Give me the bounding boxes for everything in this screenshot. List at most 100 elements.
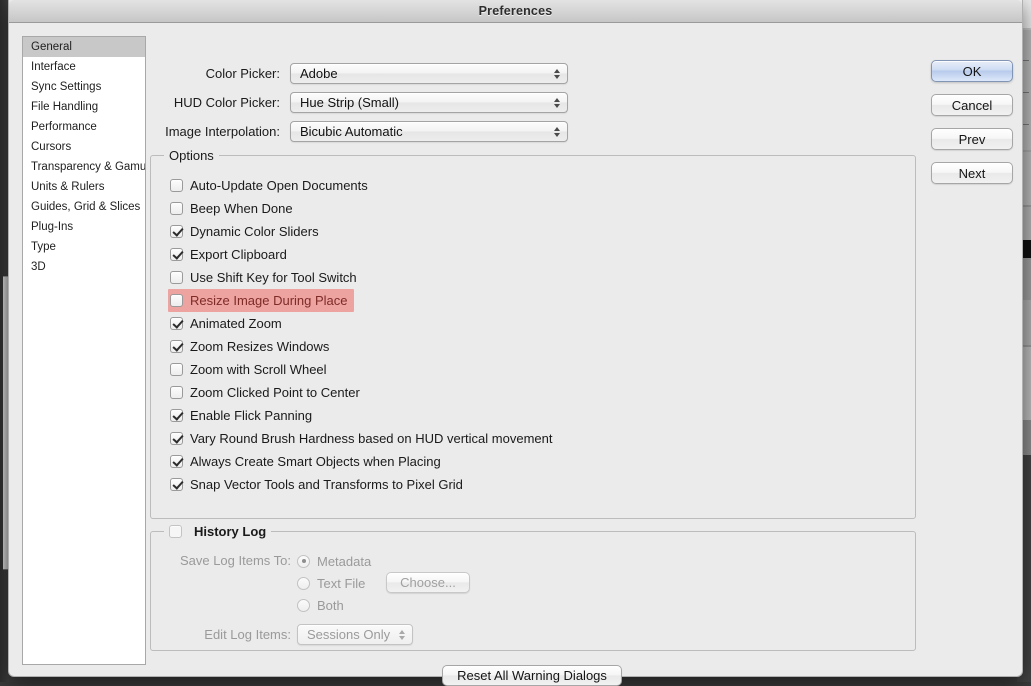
options-group: Options Auto-Update Open DocumentsBeep W…	[150, 155, 916, 519]
option-label: Always Create Smart Objects when Placing	[190, 454, 441, 469]
image-interpolation-label: Image Interpolation:	[150, 124, 290, 139]
history-log-group-title: History Log	[164, 524, 271, 539]
option-label: Resize Image During Place	[190, 293, 348, 308]
radio-metadata-label: Metadata	[317, 554, 371, 569]
sidebar-item-general[interactable]: General	[23, 37, 145, 57]
radio-both-label: Both	[317, 598, 344, 613]
cancel-button[interactable]: Cancel	[931, 94, 1013, 116]
image-interpolation-popup[interactable]: Bicubic Automatic	[290, 121, 568, 142]
sidebar-item-type[interactable]: Type	[23, 237, 145, 257]
reset-all-warning-dialogs-button[interactable]: Reset All Warning Dialogs	[442, 665, 622, 686]
sidebar-item-label: Units & Rulers	[31, 181, 105, 193]
sidebar-item-label: Sync Settings	[31, 81, 101, 93]
options-group-title: Options	[164, 148, 219, 163]
option-label: Export Clipboard	[190, 247, 287, 262]
option-checkbox-row[interactable]: Auto-Update Open Documents	[168, 174, 368, 197]
prev-button[interactable]: Prev	[931, 128, 1013, 150]
sidebar-item-interface[interactable]: Interface	[23, 57, 145, 77]
sidebar-item-label: Interface	[31, 61, 76, 73]
checkbox-indicator	[170, 317, 183, 330]
sidebar-item-units-rulers[interactable]: Units & Rulers	[23, 177, 145, 197]
checkbox-indicator	[170, 225, 183, 238]
option-checkbox-row[interactable]: Zoom with Scroll Wheel	[168, 358, 327, 381]
preferences-category-list[interactable]: General Interface Sync Settings File Handli…	[22, 36, 146, 665]
radio-text-file-indicator	[297, 577, 310, 590]
edit-log-items-value: Sessions Only	[307, 627, 390, 642]
save-log-items-label: Save Log Items To:	[154, 553, 291, 568]
radio-text-file-label: Text File	[317, 576, 365, 591]
radio-text-file[interactable]: Text File	[297, 572, 365, 594]
option-checkbox-row[interactable]: Enable Flick Panning	[168, 404, 312, 427]
checkbox-indicator	[170, 409, 183, 422]
color-picker-value: Adobe	[300, 66, 338, 81]
sidebar-item-plug-ins[interactable]: Plug-Ins	[23, 217, 145, 237]
sidebar-item-label: Transparency & Gamut	[31, 161, 146, 173]
option-label: Vary Round Brush Hardness based on HUD v…	[190, 431, 552, 446]
checkbox-indicator	[170, 363, 183, 376]
checkbox-indicator	[170, 455, 183, 468]
sidebar-item-guides-grid-slices[interactable]: Guides, Grid & Slices	[23, 197, 145, 217]
edit-log-items-popup[interactable]: Sessions Only	[297, 624, 413, 645]
dialog-titlebar[interactable]: Preferences	[9, 0, 1022, 23]
radio-both[interactable]: Both	[297, 594, 344, 616]
sidebar-item-label: Performance	[31, 121, 97, 133]
option-checkbox-row[interactable]: Animated Zoom	[168, 312, 282, 335]
option-checkbox-row[interactable]: Always Create Smart Objects when Placing	[168, 450, 441, 473]
ok-button[interactable]: OK	[931, 60, 1013, 82]
option-checkbox-row[interactable]: Beep When Done	[168, 197, 293, 220]
preferences-dialog: Preferences General Interface Sync Setting…	[8, 0, 1023, 677]
color-picker-popup[interactable]: Adobe	[290, 63, 568, 84]
radio-both-indicator	[297, 599, 310, 612]
option-label: Zoom Clicked Point to Center	[190, 385, 360, 400]
chevron-updown-icon	[554, 69, 560, 79]
option-label: Zoom with Scroll Wheel	[190, 362, 327, 377]
radio-metadata[interactable]: Metadata	[297, 550, 371, 572]
option-label: Beep When Done	[190, 201, 293, 216]
checkbox-indicator	[170, 179, 183, 192]
option-label: Zoom Resizes Windows	[190, 339, 329, 354]
option-checkbox-row[interactable]: Export Clipboard	[168, 243, 287, 266]
sidebar-item-label: Plug-Ins	[31, 221, 73, 233]
option-checkbox-row[interactable]: Zoom Clicked Point to Center	[168, 381, 360, 404]
sidebar-item-label: General	[31, 41, 72, 53]
choose-button[interactable]: Choose...	[386, 572, 470, 593]
sidebar-item-transparency-gamut[interactable]: Transparency & Gamut	[23, 157, 145, 177]
dialog-body: General Interface Sync Settings File Handli…	[9, 23, 1022, 677]
sidebar-item-file-handling[interactable]: File Handling	[23, 97, 145, 117]
checkbox-indicator	[170, 294, 183, 307]
checkbox-indicator	[170, 432, 183, 445]
setting-row-hud-color-picker: HUD Color Picker: Hue Strip (Small)	[150, 92, 568, 113]
next-button[interactable]: Next	[931, 162, 1013, 184]
sidebar-item-3d[interactable]: 3D	[23, 257, 145, 277]
chevron-updown-icon	[399, 630, 405, 640]
chevron-updown-icon	[554, 127, 560, 137]
history-log-checkbox[interactable]	[169, 525, 182, 538]
option-checkbox-row[interactable]: Snap Vector Tools and Transforms to Pixe…	[168, 473, 463, 496]
hud-color-picker-value: Hue Strip (Small)	[300, 95, 399, 110]
setting-row-image-interpolation: Image Interpolation: Bicubic Automatic	[150, 121, 568, 142]
hud-color-picker-label: HUD Color Picker:	[150, 95, 290, 110]
checkbox-indicator	[170, 202, 183, 215]
sidebar-item-cursors[interactable]: Cursors	[23, 137, 145, 157]
sidebar-item-performance[interactable]: Performance	[23, 117, 145, 137]
option-checkbox-row[interactable]: Vary Round Brush Hardness based on HUD v…	[168, 427, 552, 450]
sidebar-item-label: Type	[31, 241, 56, 253]
sidebar-item-label: File Handling	[31, 101, 98, 113]
hud-color-picker-popup[interactable]: Hue Strip (Small)	[290, 92, 568, 113]
color-picker-label: Color Picker:	[150, 66, 290, 81]
radio-metadata-indicator	[297, 555, 310, 568]
option-checkbox-row[interactable]: Dynamic Color Sliders	[168, 220, 319, 243]
edit-log-items-label: Edit Log Items:	[154, 627, 291, 642]
sidebar-item-sync-settings[interactable]: Sync Settings	[23, 77, 145, 97]
sidebar-item-label: Cursors	[31, 141, 71, 153]
option-checkbox-row[interactable]: Zoom Resizes Windows	[168, 335, 329, 358]
setting-row-color-picker: Color Picker: Adobe	[150, 63, 568, 84]
option-label: Auto-Update Open Documents	[190, 178, 368, 193]
checkbox-indicator	[170, 271, 183, 284]
option-checkbox-row[interactable]: Resize Image During Place	[168, 289, 354, 312]
option-label: Dynamic Color Sliders	[190, 224, 319, 239]
image-interpolation-value: Bicubic Automatic	[300, 124, 403, 139]
option-checkbox-row[interactable]: Use Shift Key for Tool Switch	[168, 266, 357, 289]
sidebar-item-label: 3D	[31, 261, 46, 273]
checkbox-indicator	[170, 478, 183, 491]
